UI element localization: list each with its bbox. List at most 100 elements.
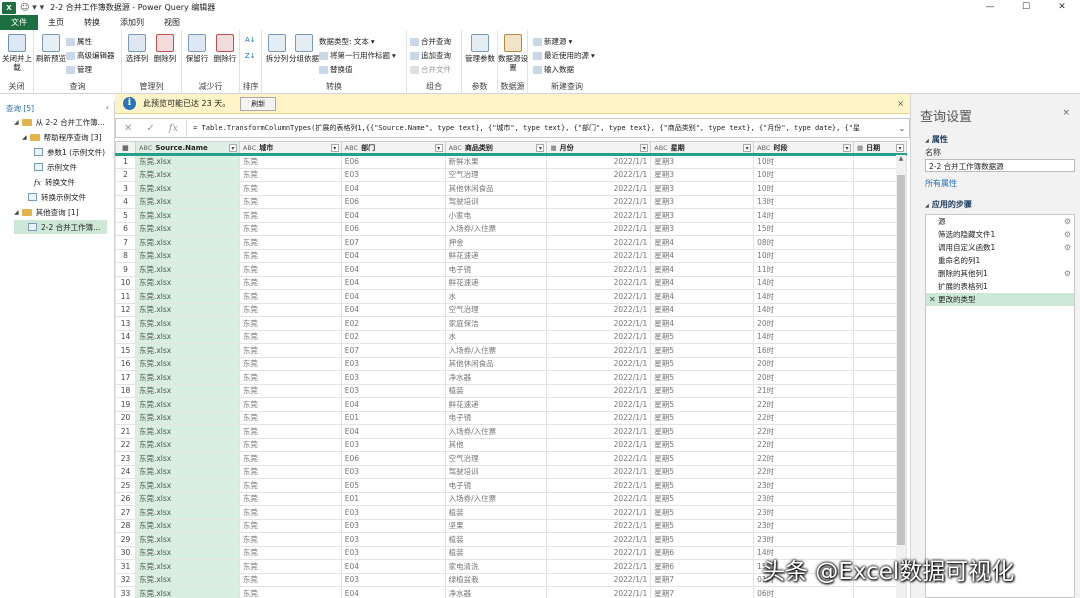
step-filtered-hidden-files[interactable]: 筛选的隐藏文件1 ⚙: [926, 228, 1074, 241]
table-cell[interactable]: 净水器: [444, 586, 548, 598]
row-number[interactable]: 14: [115, 329, 136, 344]
table-cell[interactable]: 东莞.xlsx: [134, 424, 240, 439]
filter-dropdown-icon[interactable]: ▾: [228, 144, 237, 152]
column-type-icon[interactable]: ABC: [345, 144, 358, 152]
table-cell[interactable]: 东莞: [238, 572, 342, 587]
split-column-button[interactable]: 拆分列: [262, 34, 292, 63]
row-number[interactable]: 16: [115, 356, 136, 371]
merge-queries-button[interactable]: 合并查询: [410, 36, 451, 47]
table-cell[interactable]: 鲜花速递: [444, 248, 548, 263]
table-cell[interactable]: 东莞.xlsx: [134, 410, 240, 425]
table-cell[interactable]: 2022/1/1: [546, 154, 652, 169]
column-type-icon[interactable]: ▦: [857, 144, 863, 152]
table-cell[interactable]: 2022/1/1: [546, 316, 652, 331]
table-cell[interactable]: 06时: [753, 586, 854, 598]
table-row[interactable]: 28 东莞.xlsx 东莞 E03 坚果 2022/1/1 星期5 23时: [115, 518, 907, 533]
tab-view[interactable]: 视图: [154, 15, 190, 30]
quick-access-toolbar[interactable]: ☺ ▾ ▾: [20, 3, 44, 13]
table-cell[interactable]: 植装: [444, 383, 548, 398]
row-number[interactable]: 13: [115, 316, 136, 331]
table-cell[interactable]: 22时: [753, 437, 854, 452]
table-cell[interactable]: E04: [340, 248, 446, 263]
table-cell[interactable]: 东莞.xlsx: [134, 532, 240, 547]
table-cell[interactable]: 2022/1/1: [546, 329, 652, 344]
table-cell[interactable]: 星期6: [650, 559, 755, 574]
table-cell[interactable]: 东莞: [238, 302, 342, 317]
table-cell[interactable]: 电子镜: [444, 410, 548, 425]
table-cell[interactable]: 14时: [753, 275, 854, 290]
row-number[interactable]: 2: [115, 167, 136, 182]
table-cell[interactable]: 星期5: [650, 356, 755, 371]
advanced-editor-button[interactable]: 高级编辑器: [66, 50, 115, 61]
gear-icon[interactable]: ⚙: [1064, 241, 1071, 254]
data-type-dropdown[interactable]: 数据类型: 文本 ▾: [319, 36, 375, 47]
table-cell[interactable]: 东莞: [238, 154, 342, 169]
row-number[interactable]: 27: [115, 505, 136, 520]
table-cell[interactable]: 东莞: [238, 370, 342, 385]
table-cell[interactable]: 东莞: [238, 437, 342, 452]
table-cell[interactable]: E04: [340, 208, 446, 223]
nav-folder-other-queries[interactable]: ◢ 其他查询 [1]: [14, 205, 79, 219]
table-cell[interactable]: E04: [340, 262, 446, 277]
table-cell[interactable]: 2022/1/1: [546, 248, 652, 263]
all-properties-link[interactable]: 所有属性: [925, 178, 957, 189]
table-cell[interactable]: 东莞: [238, 545, 342, 560]
row-number[interactable]: 33: [115, 586, 136, 598]
table-cell[interactable]: 23时: [753, 505, 854, 520]
table-cell[interactable]: 星期3: [650, 181, 755, 196]
nav-item-parameter1[interactable]: 参数1 (示例文件): [34, 145, 105, 159]
table-cell[interactable]: 入场券/入住票: [444, 221, 548, 236]
step-invoke-custom-function[interactable]: 调用自定义函数1 ⚙: [926, 241, 1074, 254]
table-cell[interactable]: 驾驶培训: [444, 194, 548, 209]
table-cell[interactable]: 东莞: [238, 275, 342, 290]
table-cell[interactable]: 星期5: [650, 329, 755, 344]
table-cell[interactable]: 23时: [753, 478, 854, 493]
table-cell[interactable]: 东莞: [238, 478, 342, 493]
table-cell[interactable]: 星期5: [650, 424, 755, 439]
table-cell[interactable]: E03: [340, 572, 446, 587]
table-cell[interactable]: 电子镜: [444, 262, 548, 277]
table-row[interactable]: 21 东莞.xlsx 东莞 E04 入场券/入住票 2022/1/1 星期5 22时: [115, 424, 907, 439]
row-number[interactable]: 7: [115, 235, 136, 250]
table-cell[interactable]: 22时: [753, 410, 854, 425]
table-cell[interactable]: E03: [340, 437, 446, 452]
table-row[interactable]: 12 东莞.xlsx 东莞 E04 空气治理 2022/1/1 星期4 14时: [115, 302, 907, 317]
table-cell[interactable]: 星期6: [650, 545, 755, 560]
table-cell[interactable]: 14时: [753, 289, 854, 304]
step-removed-other-columns[interactable]: 删除的其他列1 ⚙: [926, 267, 1074, 280]
table-cell[interactable]: 20时: [753, 356, 854, 371]
table-cell[interactable]: E03: [340, 532, 446, 547]
table-cell[interactable]: 东莞: [238, 424, 342, 439]
sort-ascending-icon[interactable]: A↓: [245, 36, 256, 44]
table-cell[interactable]: 东莞: [238, 532, 342, 547]
table-row[interactable]: 5 东莞.xlsx 东莞 E04 小家电 2022/1/1 星期3 14时: [115, 208, 907, 223]
table-cell[interactable]: 星期4: [650, 302, 755, 317]
table-cell[interactable]: E03: [340, 370, 446, 385]
row-number[interactable]: 11: [115, 289, 136, 304]
table-cell[interactable]: 植装: [444, 505, 548, 520]
table-cell[interactable]: 2022/1/1: [546, 275, 652, 290]
table-cell[interactable]: 2022/1/1: [546, 437, 652, 452]
table-cell[interactable]: 东莞.xlsx: [134, 505, 240, 520]
row-number[interactable]: 10: [115, 275, 136, 290]
close-and-load-button[interactable]: 关闭并上载: [2, 34, 32, 72]
table-cell[interactable]: 押金: [444, 235, 548, 250]
table-cell[interactable]: 东莞: [238, 221, 342, 236]
table-cell[interactable]: 2022/1/1: [546, 343, 652, 358]
table-cell[interactable]: 其他: [444, 437, 548, 452]
gear-icon[interactable]: ⚙: [1064, 228, 1071, 241]
table-row[interactable]: 13 东莞.xlsx 东莞 E02 家庭保洁 2022/1/1 星期4 20时: [115, 316, 907, 331]
table-row[interactable]: 15 东莞.xlsx 东莞 E07 入场券/入住票 2022/1/1 星期5 16时: [115, 343, 907, 358]
table-cell[interactable]: 22时: [753, 424, 854, 439]
table-cell[interactable]: 15时: [753, 221, 854, 236]
row-number[interactable]: 31: [115, 559, 136, 574]
remove-columns-button[interactable]: 删除列: [150, 34, 180, 63]
table-cell[interactable]: E04: [340, 424, 446, 439]
table-row[interactable]: 23 东莞.xlsx 东莞 E06 空气治理 2022/1/1 星期5 22时: [115, 451, 907, 466]
table-cell[interactable]: 东莞: [238, 397, 342, 412]
table-cell[interactable]: 星期3: [650, 167, 755, 182]
row-number[interactable]: 29: [115, 532, 136, 547]
column-type-icon[interactable]: ABC: [449, 144, 462, 152]
row-number[interactable]: 15: [115, 343, 136, 358]
fx-icon[interactable]: fx: [169, 123, 178, 134]
